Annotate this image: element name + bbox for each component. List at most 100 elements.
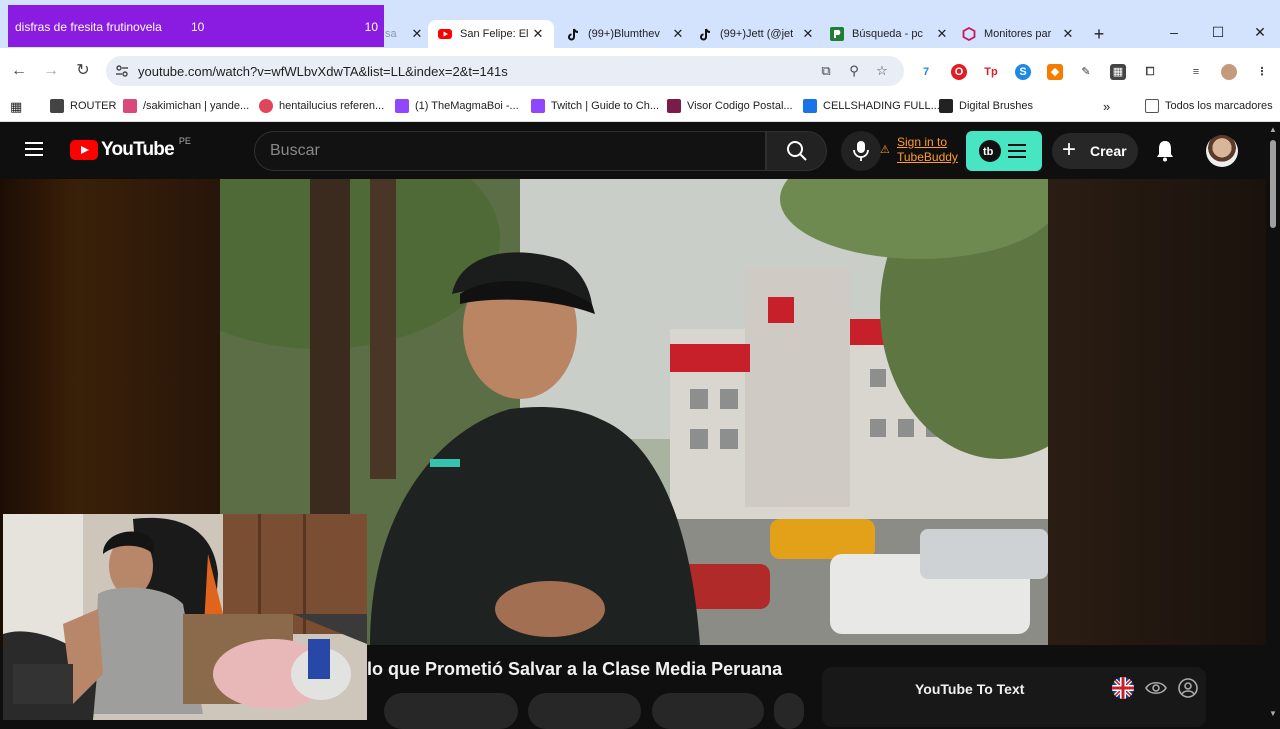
bookmark-sakimichan[interactable]: /sakimichan | yande... — [123, 99, 249, 113]
tab-busqueda[interactable]: Búsqueda - pc ✕ — [830, 20, 950, 48]
bookmark-cellshading[interactable]: CELLSHADING FULL... — [803, 99, 940, 113]
more-bookmarks-chevron-icon[interactable]: » — [1103, 99, 1110, 114]
extension-s-icon[interactable]: S — [1015, 64, 1031, 80]
install-app-icon[interactable]: ⧉ — [818, 63, 834, 79]
plus-icon: + — [1062, 136, 1077, 163]
tab-label: (99+)Blumthev — [588, 28, 660, 40]
extension-metamask-icon[interactable]: ◆ — [1047, 64, 1063, 80]
extension-tp-icon[interactable]: Tp — [983, 64, 999, 80]
create-button[interactable]: + Crear — [1052, 133, 1138, 169]
media-control-icon[interactable]: ≡ — [1188, 64, 1204, 80]
page-scrollbar[interactable]: ▲ ▼ — [1266, 123, 1280, 720]
tiktok-icon — [566, 27, 580, 41]
video-title: lo que Prometió Salvar a la Clase Media … — [367, 659, 783, 679]
extension-opera-icon[interactable]: O — [951, 64, 967, 80]
uk-flag-icon[interactable] — [1111, 676, 1135, 700]
browser-tab-strip: disfras de fresita frutinovela 10 10 sa ✕… — [0, 0, 1280, 48]
bookmarks-bar: ▦ ROUTER /sakimichan | yande... hentailu… — [0, 92, 1280, 122]
close-icon[interactable]: ✕ — [800, 26, 816, 42]
back-arrow-icon[interactable]: ← — [8, 60, 30, 82]
close-icon[interactable]: ✕ — [530, 26, 546, 42]
minimize-icon[interactable]: – — [1164, 24, 1184, 40]
more-pill-button[interactable] — [774, 693, 804, 729]
overlay-title: disfras de fresita frutinovela — [15, 20, 162, 34]
site-settings-icon[interactable] — [114, 63, 130, 79]
twitch-icon — [395, 99, 409, 113]
anime-icon — [123, 99, 137, 113]
scroll-down-arrow-icon[interactable]: ▼ — [1269, 709, 1277, 718]
extensions-puzzle-icon[interactable]: ⧠ — [1142, 64, 1158, 80]
extension-media-icon[interactable]: ▦ — [1110, 64, 1126, 80]
scroll-up-arrow-icon[interactable]: ▲ — [1269, 125, 1277, 134]
search-icon — [787, 141, 807, 161]
search-button[interactable] — [766, 131, 827, 171]
window-close-icon[interactable]: ✕ — [1250, 24, 1270, 41]
tubebuddy-menu-button[interactable]: tb — [966, 131, 1042, 171]
forward-arrow-icon[interactable]: → — [40, 60, 62, 82]
youtube-play-icon — [70, 140, 98, 160]
profile-avatar-icon[interactable] — [1221, 64, 1237, 80]
scrollbar-thumb[interactable] — [1270, 140, 1276, 228]
search-box[interactable] — [254, 131, 766, 171]
tubebuddy-signin-link[interactable]: ⚠ Sign in to TubeBuddy — [880, 135, 958, 165]
youtube-to-text-panel: YouTube To Text — [822, 667, 1206, 727]
youtube-logo[interactable]: YouTube PE — [70, 136, 191, 161]
folder-icon — [1145, 99, 1159, 113]
overlay-count-b: 10 — [364, 20, 378, 34]
tab-hidden-partial[interactable]: sa ✕ — [385, 20, 425, 48]
account-avatar[interactable] — [1206, 135, 1238, 167]
channel-pill-button[interactable] — [384, 693, 518, 729]
tab-tiktok-jett[interactable]: (99+)Jett (@jet ✕ — [698, 20, 816, 48]
hexagon-icon — [962, 27, 976, 41]
tab-youtube-active[interactable]: San Felipe: El E ✕ — [428, 20, 554, 48]
leaf-icon — [259, 99, 273, 113]
warning-icon: ⚠ — [880, 144, 890, 156]
extension-tools-icon[interactable]: ✎ — [1078, 64, 1094, 80]
menu-kebab-icon[interactable]: ⋮ — [1254, 64, 1270, 80]
twitch-icon — [531, 99, 545, 113]
youtube-header: YouTube PE ⚠ Sign in to TubeBuddy tb + C… — [0, 123, 1266, 179]
webcam-feed — [3, 514, 367, 720]
bookmark-visor-codigo[interactable]: Visor Codigo Postal... — [667, 99, 793, 113]
bookmark-c-icon — [803, 99, 817, 113]
tab-label: Monitores par — [984, 28, 1052, 40]
tab-label: (99+)Jett (@jet — [720, 28, 794, 40]
brush-icon — [939, 99, 953, 113]
youtube-icon — [438, 27, 452, 41]
zoom-icon[interactable]: ⚲ — [846, 63, 862, 79]
tab-monitores[interactable]: Monitores par ✕ — [962, 20, 1076, 48]
share-pill-button[interactable] — [652, 693, 764, 729]
stream-overlay-banner: disfras de fresita frutinovela 10 10 — [8, 5, 384, 47]
player-ambient-right — [1048, 179, 1266, 645]
picarto-icon — [830, 27, 844, 41]
bookmark-hentailucius[interactable]: hentailucius referen... — [259, 99, 384, 113]
close-icon[interactable]: ✕ — [670, 26, 686, 42]
address-bar[interactable]: youtube.com/watch?v=wfWLbvXdwTA&list=LL&… — [106, 56, 904, 86]
notifications-bell-icon[interactable] — [1152, 138, 1178, 164]
webcam-overlay — [3, 514, 367, 720]
close-icon[interactable]: ✕ — [1060, 26, 1076, 42]
apps-grid-icon[interactable]: ▦ — [10, 99, 22, 115]
maximize-icon[interactable]: ☐ — [1208, 24, 1228, 41]
tools-icon — [50, 99, 64, 113]
search-input[interactable] — [270, 142, 750, 160]
extension-7tv-icon[interactable]: 7 — [918, 64, 934, 80]
bookmark-digital-brushes[interactable]: Digital Brushes — [939, 99, 1033, 113]
close-icon[interactable]: ✕ — [409, 26, 425, 42]
voice-search-button[interactable] — [841, 131, 881, 171]
url-text: youtube.com/watch?v=wfWLbvXdwTA&list=LL&… — [138, 64, 508, 79]
bookmark-router[interactable]: ROUTER — [50, 99, 116, 113]
new-tab-button[interactable]: + — [1090, 24, 1108, 44]
bookmark-twitch-guide[interactable]: Twitch | Guide to Ch... — [531, 99, 659, 113]
tab-tiktok-blumthev[interactable]: (99+)Blumthev ✕ — [566, 20, 686, 48]
close-icon[interactable]: ✕ — [934, 26, 950, 42]
bookmark-star-icon[interactable]: ☆ — [874, 63, 890, 79]
hamburger-menu-icon[interactable] — [25, 142, 43, 156]
like-pill-button[interactable] — [528, 693, 641, 729]
eye-icon[interactable] — [1145, 677, 1167, 699]
browser-toolbar: ← → ↻ youtube.com/watch?v=wfWLbvXdwTA&li… — [0, 48, 1280, 92]
user-circle-icon[interactable] — [1177, 677, 1199, 699]
reload-icon[interactable]: ↻ — [72, 60, 94, 82]
bookmark-themagmaboi[interactable]: (1) TheMagmaBoi -... — [395, 99, 519, 113]
all-bookmarks-folder[interactable]: Todos los marcadores — [1145, 99, 1273, 113]
